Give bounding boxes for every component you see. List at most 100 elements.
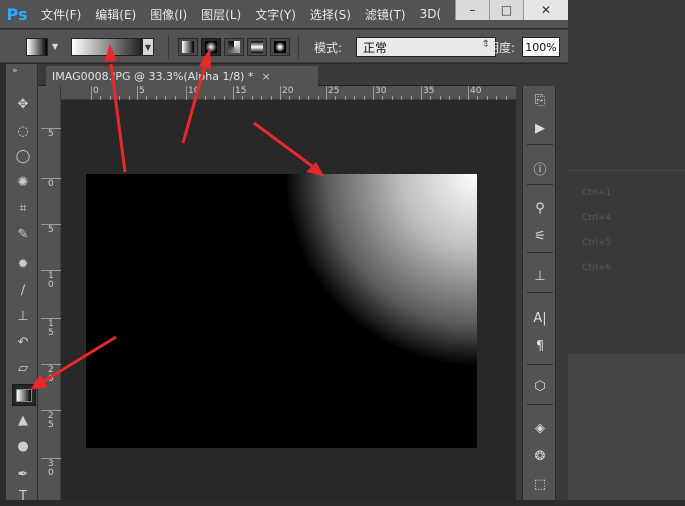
ruler-subtick <box>308 96 310 100</box>
ruler-subtick <box>119 96 121 100</box>
radial-gradient-icon <box>205 41 217 53</box>
ruler-tick <box>41 128 61 129</box>
maximize-button[interactable]: □ <box>489 0 523 20</box>
reflected-gradient-icon <box>251 41 263 53</box>
close-tab-icon[interactable]: × <box>261 70 270 83</box>
gradient-tool-button[interactable] <box>12 384 36 406</box>
tool-preset-icon[interactable] <box>26 38 48 56</box>
gradient-dropdown-icon[interactable]: ▼ <box>142 38 154 56</box>
ruler-label: 30 <box>48 459 54 478</box>
ruler-subtick <box>298 96 300 100</box>
type-tool-icon[interactable]: T <box>12 486 34 506</box>
character-panel-icon[interactable]: A| <box>529 308 551 328</box>
info-panel-icon[interactable]: ⓘ <box>529 158 551 178</box>
menu-file[interactable]: 文件(F) <box>34 6 88 23</box>
ruler-subtick <box>223 96 225 100</box>
channels-panel-icon[interactable]: ❂ <box>529 446 551 466</box>
history-panel-icon[interactable]: ⎘ <box>529 90 551 110</box>
menu-3d[interactable]: 3D( <box>413 7 449 21</box>
gradient-picker[interactable] <box>71 38 153 56</box>
ruler-subtick <box>242 96 244 100</box>
lasso-tool-icon[interactable]: ◯ <box>12 146 34 166</box>
ruler-label: 25 <box>328 86 340 96</box>
background-panel <box>568 354 685 500</box>
magic-wand-icon[interactable]: ✺ <box>12 172 34 192</box>
horizontal-ruler: 0 5 10 15 20 25 30 35 40 <box>61 86 516 100</box>
ruler-subtick <box>335 96 337 100</box>
ruler-subtick <box>251 96 253 100</box>
blur-tool-icon[interactable]: ▲ <box>12 410 34 430</box>
ruler-subtick <box>204 96 206 100</box>
eyedropper-icon[interactable]: ✎ <box>12 224 34 244</box>
angle-gradient-button[interactable] <box>224 38 244 56</box>
clone-source-icon[interactable]: ⊥ <box>529 266 551 286</box>
layers-panel-icon[interactable]: ◈ <box>529 418 551 438</box>
menu-edit[interactable]: 编辑(E) <box>88 6 143 23</box>
dodge-tool-icon[interactable]: ● <box>12 436 34 456</box>
ruler-subtick <box>174 96 176 100</box>
ruler-subtick <box>214 96 216 100</box>
radial-gradient-button[interactable] <box>201 38 221 56</box>
marquee-tool-icon[interactable]: ◌ <box>12 121 34 141</box>
tool-preset-dropdown-icon[interactable]: ▼ <box>52 42 58 51</box>
close-button[interactable]: ✕ <box>523 0 568 20</box>
window-controls: – □ ✕ <box>455 0 568 20</box>
ruler-tick <box>41 364 61 365</box>
document-canvas[interactable] <box>86 174 477 448</box>
ruler-subtick <box>261 96 263 100</box>
menu-type[interactable]: 文字(Y) <box>248 6 303 23</box>
ruler-tick <box>91 86 92 100</box>
ruler-subtick <box>505 96 507 100</box>
clone-stamp-icon[interactable]: ⊥ <box>12 306 34 326</box>
healing-brush-icon[interactable]: ✹ <box>12 254 34 274</box>
diamond-gradient-button[interactable] <box>270 38 290 56</box>
ruler-label: 40 <box>470 86 482 96</box>
ruler-subtick <box>486 96 488 100</box>
pen-tool-icon[interactable]: ✒ <box>12 464 34 484</box>
divider <box>168 35 169 59</box>
ruler-tick <box>233 86 234 100</box>
ruler-tick <box>421 86 422 100</box>
ruler-label: 0 <box>48 179 54 189</box>
menu-select[interactable]: 选择(S) <box>303 6 358 23</box>
paragraph-panel-icon[interactable]: ¶ <box>529 336 551 356</box>
actions-panel-icon[interactable]: ▶ <box>529 118 551 138</box>
collapse-icon[interactable]: » <box>12 66 18 76</box>
brush-presets-icon[interactable]: ⚟ <box>529 226 551 246</box>
options-bar: ▼ ▼ 模式: 正常 ⇕ 不透明度: 100% <box>0 29 568 63</box>
brush-tool-icon[interactable]: ∕ <box>12 280 34 300</box>
reflected-gradient-button[interactable] <box>247 38 267 56</box>
divider <box>527 364 553 365</box>
ruler-label: 35 <box>423 86 435 96</box>
document-tab-title: IMAG0008.JPG @ 33.3%(Alpha 1/8) * <box>52 69 254 83</box>
ruler-label: 20 <box>282 86 294 96</box>
ruler-tick <box>41 318 61 319</box>
ruler-subtick <box>155 96 157 100</box>
opacity-input[interactable]: 100% <box>522 37 560 57</box>
ruler-subtick <box>289 96 291 100</box>
ruler-label: 10 <box>188 86 200 96</box>
eraser-tool-icon[interactable]: ▱ <box>12 358 34 378</box>
brush-panel-icon[interactable]: ⚲ <box>529 198 551 218</box>
document-tab[interactable]: IMAG0008.JPG @ 33.3%(Alpha 1/8) * × <box>46 66 318 86</box>
ruler-subtick <box>496 96 498 100</box>
ruler-subtick <box>165 96 167 100</box>
ruler-subtick <box>449 96 451 100</box>
minimize-button[interactable]: – <box>455 0 489 20</box>
ruler-subtick <box>195 96 197 100</box>
move-tool-icon[interactable]: ✥ <box>12 94 34 114</box>
ruler-label: 20 <box>48 365 54 384</box>
menu-bar: Ps 文件(F) 编辑(E) 图像(I) 图层(L) 文字(Y) 选择(S) 滤… <box>0 0 568 28</box>
menu-image[interactable]: 图像(I) <box>143 6 194 23</box>
menu-layer[interactable]: 图层(L) <box>194 6 248 23</box>
3d-panel-icon[interactable]: ⬡ <box>529 376 551 396</box>
ruler-subtick <box>363 96 365 100</box>
faded-shortcut: Ctrl+1 <box>582 188 612 198</box>
ruler-subtick <box>128 96 130 100</box>
radial-gradient-fill <box>86 174 477 448</box>
menu-filter[interactable]: 滤镜(T) <box>358 6 413 23</box>
paths-panel-icon[interactable]: ⬚ <box>529 474 551 494</box>
crop-tool-icon[interactable]: ⌗ <box>12 198 34 218</box>
history-brush-icon[interactable]: ↶ <box>12 332 34 352</box>
linear-gradient-button[interactable] <box>178 38 198 56</box>
